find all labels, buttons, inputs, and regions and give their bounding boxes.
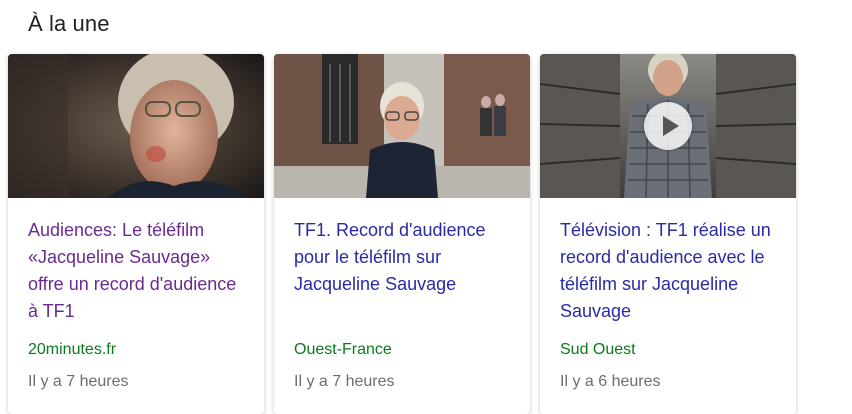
news-headline-link[interactable]: Télévision : TF1 réalise un record d'aud… bbox=[560, 217, 782, 325]
news-thumbnail[interactable] bbox=[8, 54, 264, 198]
news-video-thumbnail[interactable] bbox=[540, 54, 796, 198]
news-timestamp: Il y a 7 heures bbox=[294, 373, 395, 390]
section-title: À la une bbox=[28, 11, 110, 36]
news-source: 20minutes.fr bbox=[28, 341, 117, 358]
news-headline-link[interactable]: Audiences: Le téléfilm «Jacqueline Sauva… bbox=[28, 217, 250, 325]
news-timestamp: Il y a 7 heures bbox=[28, 373, 129, 390]
news-timestamp: Il y a 6 heures bbox=[560, 373, 661, 390]
news-thumbnail[interactable] bbox=[274, 54, 530, 198]
news-source: Ouest-France bbox=[294, 341, 392, 358]
news-card[interactable]: Télévision : TF1 réalise un record d'aud… bbox=[540, 54, 796, 414]
news-card[interactable]: Audiences: Le téléfilm «Jacqueline Sauva… bbox=[8, 54, 264, 414]
news-card[interactable]: TF1. Record d'audience pour le téléfilm … bbox=[274, 54, 530, 414]
news-headline-link[interactable]: TF1. Record d'audience pour le téléfilm … bbox=[294, 217, 516, 298]
news-source: Sud Ouest bbox=[560, 341, 636, 358]
play-video-icon[interactable] bbox=[644, 102, 692, 150]
